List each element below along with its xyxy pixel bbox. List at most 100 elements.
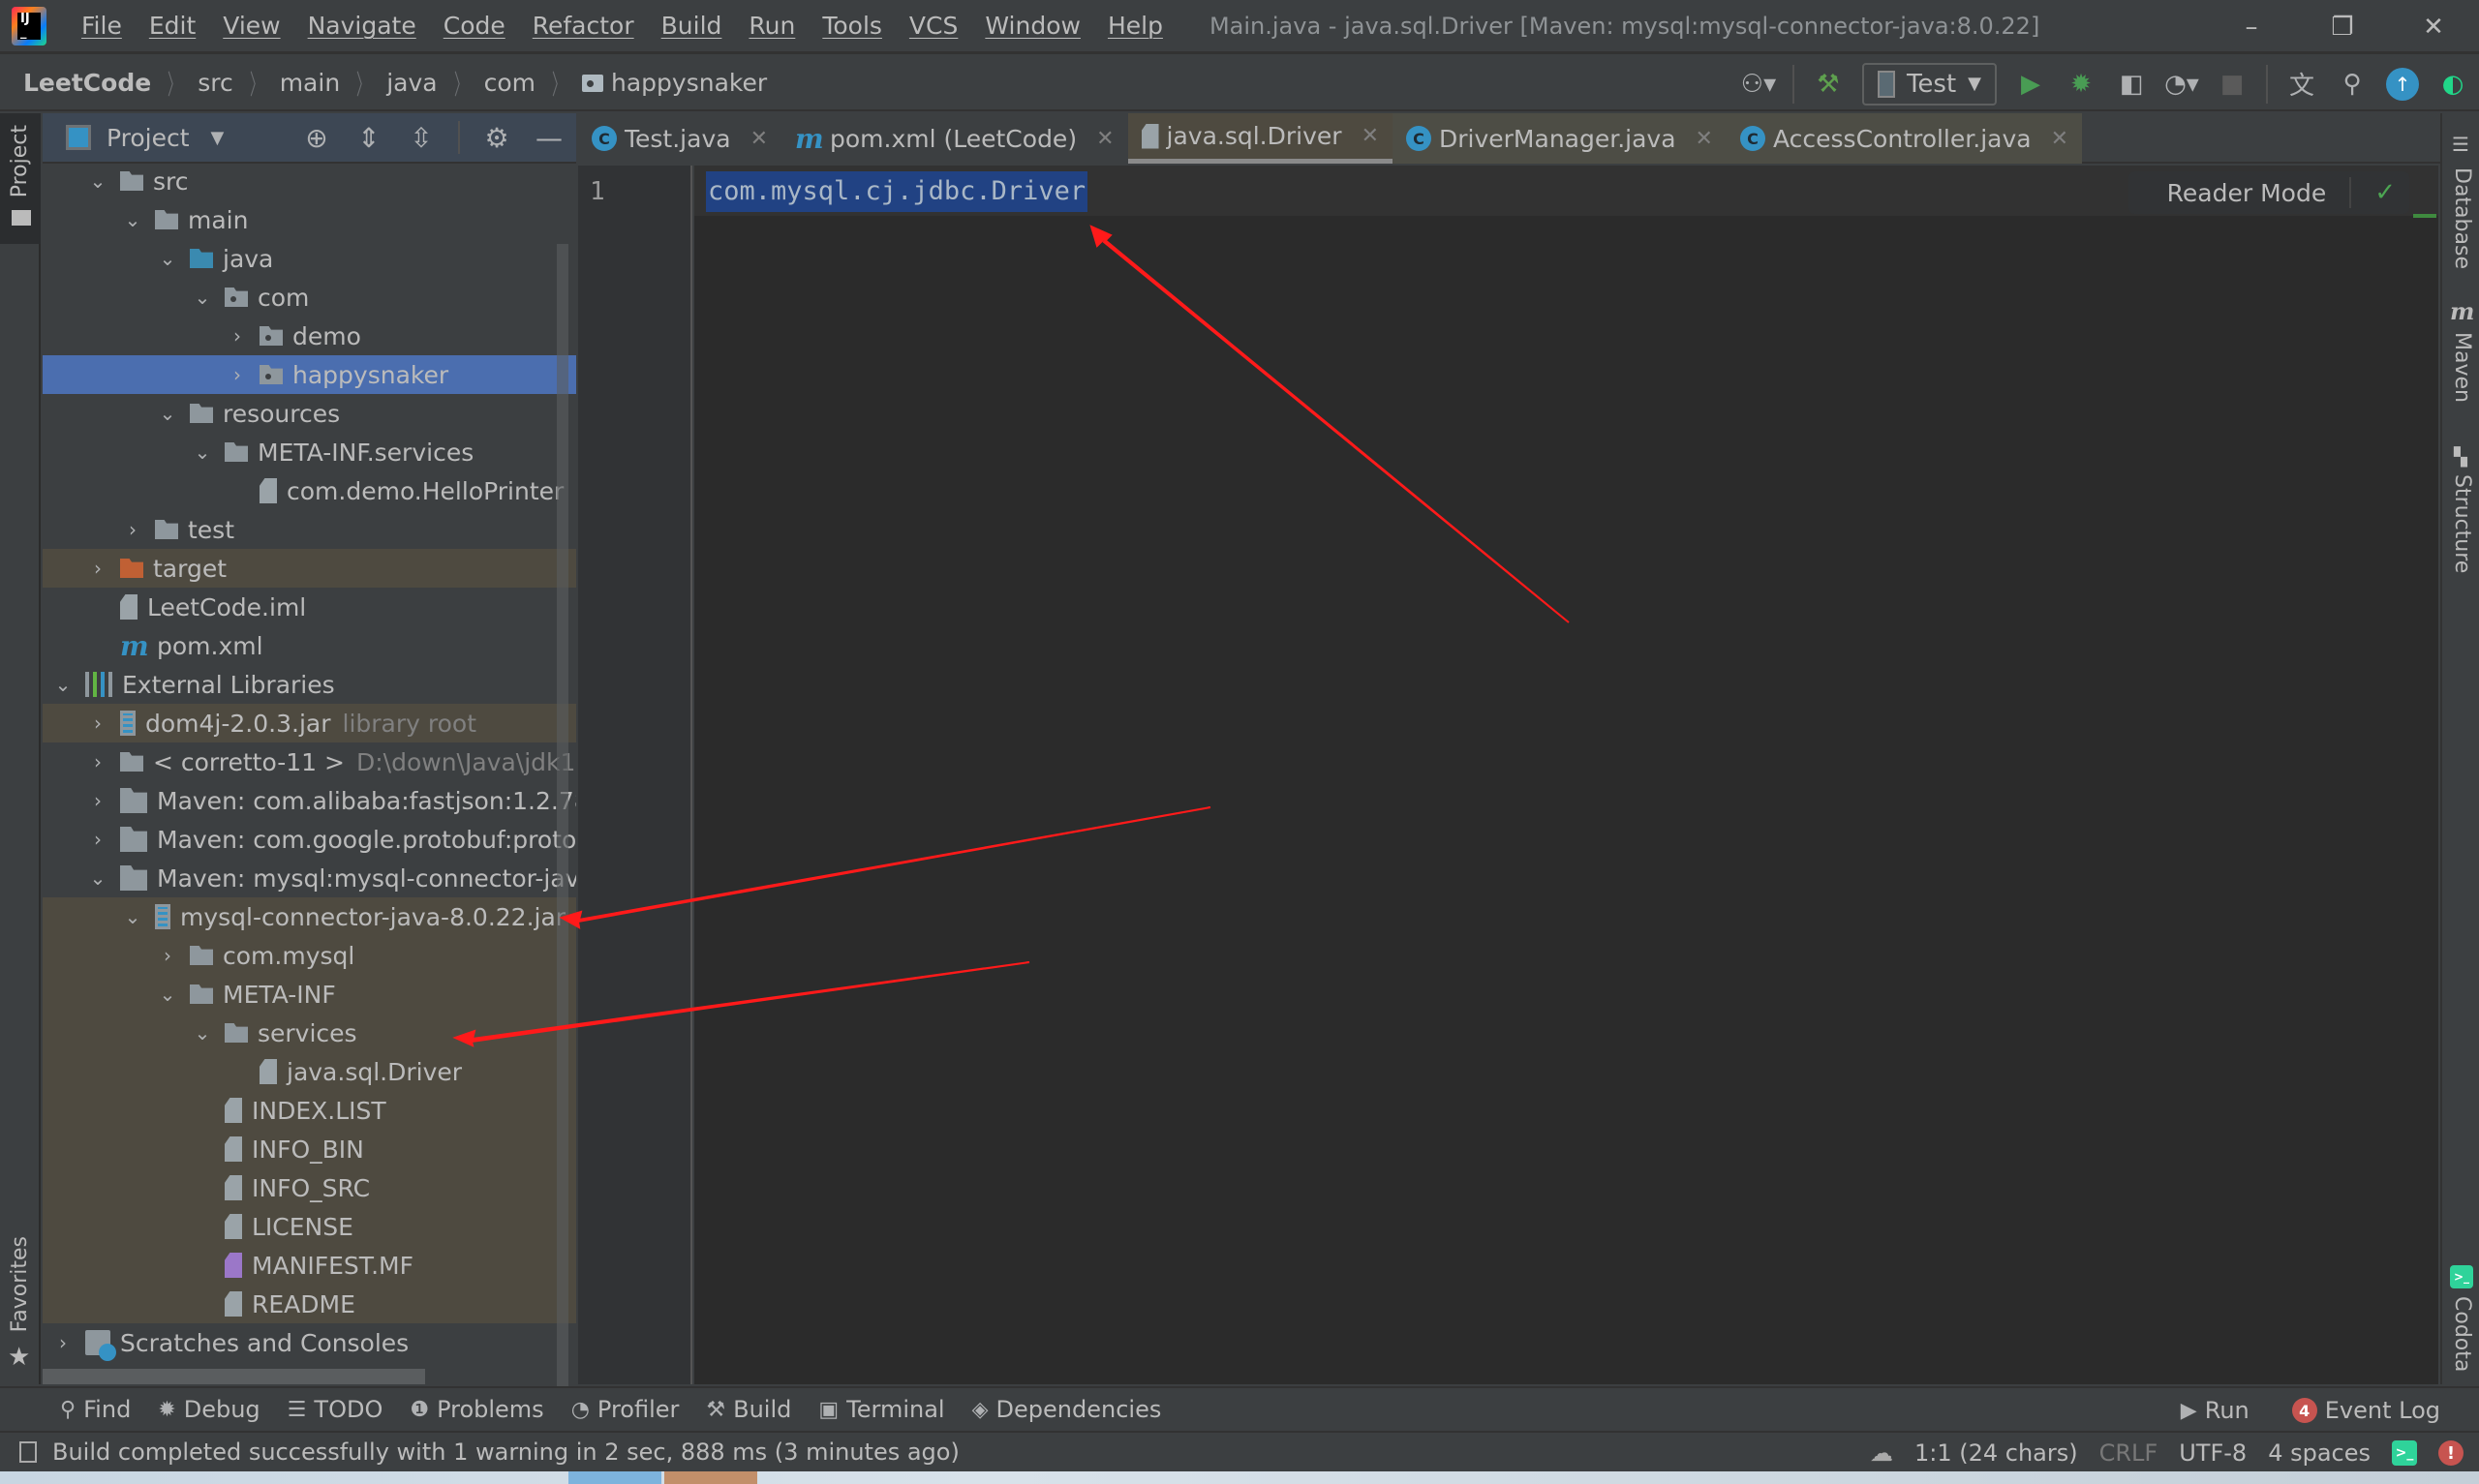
- chevron-right-icon[interactable]: ›: [83, 789, 112, 812]
- project-tool-tab[interactable]: Project: [0, 113, 41, 244]
- tree-item[interactable]: ⌄ src: [43, 162, 576, 200]
- expand-all-icon[interactable]: ⇕: [353, 122, 384, 154]
- coverage-icon[interactable]: ◧: [2115, 68, 2148, 101]
- menu-view[interactable]: View: [209, 12, 293, 40]
- menu-refactor[interactable]: Refactor: [519, 12, 648, 40]
- menu-edit[interactable]: Edit: [136, 12, 209, 40]
- tree-item[interactable]: › Scratches and Consoles: [43, 1323, 576, 1362]
- run-icon[interactable]: ▶: [2014, 68, 2047, 101]
- chevron-right-icon[interactable]: ›: [83, 712, 112, 735]
- translate-icon[interactable]: 文: [2285, 68, 2318, 101]
- breadcrumb-happysnaker[interactable]: happysnaker: [611, 69, 767, 97]
- status-message[interactable]: Build completed successfully with 1 warn…: [19, 1439, 960, 1466]
- tool-todo[interactable]: ☰ TODO: [288, 1396, 383, 1423]
- search-icon[interactable]: ⚲: [2336, 68, 2369, 101]
- tool-build[interactable]: ⚒ Build: [706, 1396, 791, 1423]
- menu-navigate[interactable]: Navigate: [294, 12, 430, 40]
- tree-item[interactable]: ⌄mysql-connector-java-8.0.22.jarlibrary …: [43, 897, 576, 936]
- structure-tool-tab[interactable]: ▚ Structure: [2442, 447, 2479, 602]
- menu-file[interactable]: File: [68, 12, 136, 40]
- toggle-tool-windows-icon[interactable]: [19, 1441, 37, 1463]
- code-editor[interactable]: com.mysql.cj.jdbc.Driver Reader Mode ✓: [694, 166, 2438, 1384]
- chevron-down-icon[interactable]: ⌄: [153, 983, 182, 1006]
- tool-terminal[interactable]: ▣ Terminal: [818, 1396, 944, 1423]
- tree-item[interactable]: › happysnaker: [43, 355, 576, 394]
- tool-run[interactable]: ▶ Run: [2181, 1397, 2249, 1424]
- caret-position[interactable]: 1:1 (24 chars): [1914, 1439, 2078, 1467]
- tab-access-controller[interactable]: C AccessController.java ✕: [1726, 113, 2083, 164]
- tree-item[interactable]: LeetCode.iml: [43, 588, 576, 626]
- minimize-button[interactable]: –: [2206, 0, 2297, 54]
- code-line-selected[interactable]: com.mysql.cj.jdbc.Driver: [706, 171, 1088, 212]
- file-encoding[interactable]: UTF-8: [2179, 1439, 2247, 1467]
- menu-help[interactable]: Help: [1094, 12, 1177, 40]
- tree-item[interactable]: INDEX.LIST: [43, 1091, 576, 1130]
- tab-driver-manager[interactable]: C DriverManager.java ✕: [1393, 113, 1727, 164]
- chevron-down-icon[interactable]: ⌄: [48, 673, 77, 696]
- database-tool-tab[interactable]: ☰ Database: [2442, 133, 2479, 278]
- profiler-icon[interactable]: ◔▾: [2164, 68, 2199, 101]
- taskbar-item[interactable]: [664, 1471, 757, 1484]
- stop-icon[interactable]: ■: [2216, 68, 2249, 101]
- menu-tools[interactable]: Tools: [809, 12, 896, 40]
- hide-panel-icon[interactable]: —: [534, 122, 565, 154]
- close-button[interactable]: ✕: [2388, 0, 2479, 54]
- debug-icon[interactable]: ✹: [2065, 68, 2097, 101]
- tab-java-sql-driver[interactable]: java.sql.Driver ✕: [1127, 113, 1393, 164]
- tree-item[interactable]: ⌄ main: [43, 200, 576, 239]
- collapse-all-icon[interactable]: ⇳: [406, 122, 437, 154]
- tree-item[interactable]: ⌄ com: [43, 278, 576, 317]
- close-icon[interactable]: ✕: [1362, 124, 1379, 148]
- inspection-settings-icon[interactable]: ☁: [1870, 1439, 1893, 1467]
- chevron-right-icon[interactable]: ›: [48, 1331, 77, 1354]
- menu-vcs[interactable]: VCS: [896, 12, 971, 40]
- tree-item[interactable]: MANIFEST.MF: [43, 1246, 576, 1285]
- tool-profiler[interactable]: ◔ Profiler: [571, 1396, 680, 1423]
- tree-vertical-scrollbar[interactable]: [557, 244, 568, 1386]
- chevron-right-icon[interactable]: ›: [223, 324, 252, 348]
- tree-item[interactable]: ⌄ META-INF.services: [43, 433, 576, 471]
- chevron-right-icon[interactable]: ›: [83, 750, 112, 773]
- restore-button[interactable]: ❐: [2297, 0, 2388, 54]
- error-indicator-icon[interactable]: !: [2438, 1440, 2464, 1466]
- tree-item[interactable]: ⌄ External Libraries: [43, 665, 576, 704]
- chevron-down-icon[interactable]: ⌄: [153, 402, 182, 425]
- close-icon[interactable]: ✕: [750, 127, 768, 151]
- tree-item[interactable]: ⌄ services: [43, 1014, 576, 1052]
- tool-dependencies[interactable]: ◈ Dependencies: [972, 1396, 1162, 1423]
- tree-item[interactable]: README: [43, 1285, 576, 1323]
- codota-status-icon[interactable]: >_: [2392, 1440, 2417, 1466]
- close-icon[interactable]: ✕: [1696, 127, 1713, 151]
- tree-item[interactable]: › Maven: com.alibaba:fastjson:1.2.78: [43, 781, 576, 820]
- update-icon[interactable]: ↑: [2386, 67, 2419, 101]
- code-with-me-icon[interactable]: ◐: [2436, 68, 2469, 101]
- tree-item[interactable]: › dom4j-2.0.3.jar library root: [43, 704, 576, 742]
- close-icon[interactable]: ✕: [2051, 127, 2068, 151]
- tree-horizontal-scrollbar[interactable]: [43, 1369, 425, 1384]
- tab-test-java[interactable]: C Test.java ✕: [578, 113, 781, 164]
- project-view-selector[interactable]: Project ▼: [66, 124, 224, 152]
- chevron-down-icon[interactable]: ⌄: [188, 440, 217, 464]
- tree-item[interactable]: INFO_BIN: [43, 1130, 576, 1168]
- tree-item[interactable]: › Maven: com.google.protobuf:protobuf-jav…: [43, 820, 576, 859]
- tree-item[interactable]: › test: [43, 510, 576, 549]
- breadcrumb-java[interactable]: java: [386, 69, 437, 97]
- menu-window[interactable]: Window: [971, 12, 1094, 40]
- chevron-down-icon[interactable]: ⌄: [153, 247, 182, 270]
- line-separator[interactable]: CRLF: [2099, 1439, 2158, 1467]
- menu-build[interactable]: Build: [648, 12, 736, 40]
- build-hammer-icon[interactable]: ⚒: [1812, 68, 1845, 101]
- tree-item[interactable]: › demo: [43, 317, 576, 355]
- chevron-right-icon[interactable]: ›: [118, 518, 147, 541]
- reader-mode-toggle[interactable]: Reader Mode ✓: [2127, 171, 2409, 214]
- chevron-down-icon[interactable]: ⌄: [188, 286, 217, 309]
- tool-event-log[interactable]: 4 Event Log: [2291, 1397, 2440, 1424]
- chevron-right-icon[interactable]: ›: [153, 944, 182, 967]
- favorites-tool-tab[interactable]: Favorites ★: [0, 1236, 41, 1381]
- chevron-right-icon[interactable]: ›: [83, 828, 112, 851]
- tree-item[interactable]: ⌄ Maven: mysql:mysql-connector-java:8.0.2…: [43, 859, 576, 897]
- tree-item[interactable]: com.demo.HelloPrinter: [43, 471, 576, 510]
- chevron-down-icon[interactable]: ⌄: [118, 905, 147, 928]
- breadcrumb-project[interactable]: LeetCode: [23, 69, 151, 97]
- chevron-down-icon[interactable]: ⌄: [188, 1021, 217, 1045]
